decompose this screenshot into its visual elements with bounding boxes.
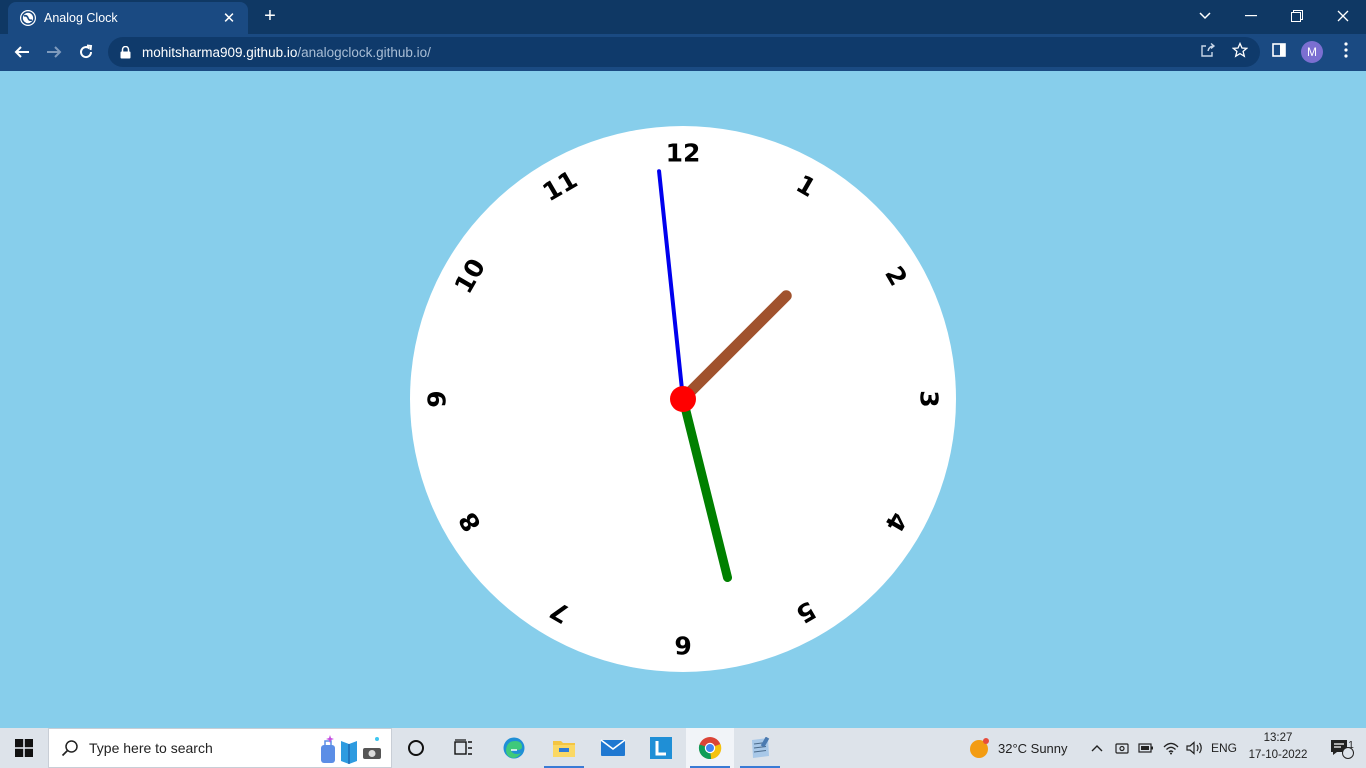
- task-view-icon: [454, 739, 472, 755]
- lock-icon[interactable]: [120, 45, 134, 59]
- notepad-icon: [752, 737, 770, 758]
- cortana-circle-icon: [408, 740, 424, 756]
- notepad-taskbar-button[interactable]: [736, 728, 784, 768]
- analog-clock: 121234567891011: [410, 126, 956, 672]
- reload-button[interactable]: [72, 38, 100, 66]
- close-window-button[interactable]: [1320, 0, 1366, 32]
- notification-center-button[interactable]: 1: [1322, 728, 1362, 768]
- chrome-icon: [698, 737, 722, 760]
- edge-taskbar-button[interactable]: [490, 728, 538, 768]
- taskbar-time: 13:27: [1263, 732, 1293, 744]
- windows-logo-icon: [15, 739, 33, 757]
- url-host: mohitsharma909.github.io: [142, 44, 298, 60]
- wifi-icon[interactable]: [1163, 728, 1181, 768]
- start-button[interactable]: [0, 728, 48, 768]
- minimize-button[interactable]: [1228, 0, 1274, 32]
- mail-icon: [600, 739, 626, 756]
- chrome-taskbar-button[interactable]: [686, 728, 734, 768]
- battery-icon[interactable]: [1138, 728, 1156, 768]
- close-tab-icon[interactable]: ✕: [220, 9, 238, 27]
- url-text: mohitsharma909.github.io/analogclock.git…: [142, 45, 431, 60]
- search-placeholder: Type here to search: [89, 740, 213, 756]
- taskbar-search-box[interactable]: Type here to search: [48, 728, 392, 768]
- meet-now-icon[interactable]: [1115, 728, 1131, 768]
- clock-numeral-6: 6: [674, 631, 691, 660]
- tab-search-chevron-icon[interactable]: [1182, 0, 1228, 32]
- globe-icon: [20, 10, 36, 26]
- browser-tab[interactable]: Analog Clock ✕: [8, 2, 248, 34]
- clock-center-dot: [670, 386, 696, 412]
- volume-icon[interactable]: [1186, 728, 1204, 768]
- page-viewport: 12 1 2 3 4 5 6 7 8 9 10 11: [0, 71, 1366, 728]
- weather-text: 32°C Sunny: [998, 740, 1068, 756]
- l-app-taskbar-button[interactable]: [637, 728, 685, 768]
- taskbar-clock[interactable]: 13:27 17-10-2022: [1240, 730, 1316, 766]
- url-path: /analogclock.github.io/: [297, 44, 431, 60]
- browser-toolbar: mohitsharma909.github.io/analogclock.git…: [0, 34, 1366, 71]
- weather-widget[interactable]: 32°C Sunny: [968, 728, 1083, 768]
- clock-numeral-12: 12: [666, 139, 701, 168]
- tab-title: Analog Clock: [44, 11, 118, 25]
- clock-numeral-3: 3: [915, 390, 944, 407]
- restore-button[interactable]: [1274, 0, 1320, 32]
- clock-numeral-9: 9: [423, 390, 452, 407]
- file-explorer-taskbar-button[interactable]: [540, 728, 588, 768]
- share-icon[interactable]: [1199, 41, 1217, 59]
- show-hidden-icons-chevron-icon[interactable]: [1091, 728, 1107, 768]
- side-panel-icon[interactable]: [1270, 41, 1288, 59]
- browser-titlebar: Analog Clock ✕ +: [0, 0, 1366, 34]
- mail-taskbar-button[interactable]: [589, 728, 637, 768]
- language-indicator[interactable]: ENG: [1211, 728, 1237, 768]
- task-view-button[interactable]: [440, 728, 488, 768]
- notification-count: 1: [1348, 740, 1354, 751]
- bookmark-star-icon[interactable]: [1231, 41, 1249, 59]
- profile-avatar[interactable]: M: [1301, 41, 1323, 63]
- search-highlight-travel-icon: [321, 735, 381, 764]
- forward-button[interactable]: [40, 38, 68, 66]
- more-menu-icon[interactable]: [1337, 41, 1355, 59]
- address-bar[interactable]: mohitsharma909.github.io/analogclock.git…: [108, 37, 1260, 67]
- search-icon: [61, 740, 78, 757]
- folder-icon: [553, 741, 575, 757]
- taskbar: Type here to search 32°C Sunny ENG 13:27…: [0, 728, 1366, 768]
- sun-icon: [970, 738, 989, 758]
- cortana-button[interactable]: [392, 728, 440, 768]
- new-tab-button[interactable]: +: [258, 6, 282, 28]
- edge-icon: [503, 737, 525, 759]
- letter-l-app-icon: [650, 737, 672, 759]
- back-button[interactable]: [8, 38, 36, 66]
- taskbar-date: 17-10-2022: [1248, 749, 1308, 761]
